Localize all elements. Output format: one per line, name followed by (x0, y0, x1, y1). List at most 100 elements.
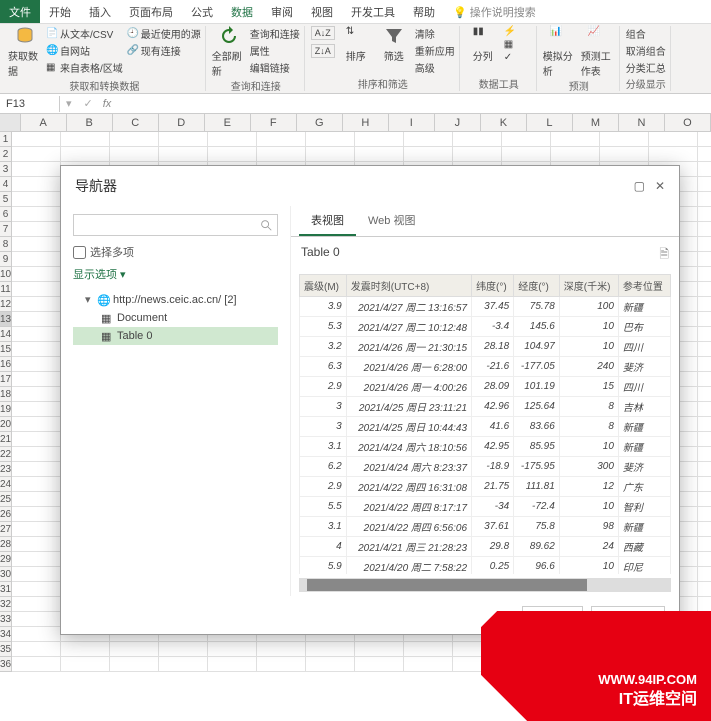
sort-asc[interactable]: A↓Z (311, 26, 335, 40)
tab-data[interactable]: 数据 (222, 0, 262, 23)
cell[interactable] (698, 522, 711, 537)
col-header[interactable]: A (21, 114, 67, 132)
cell[interactable] (698, 477, 711, 492)
col-header[interactable]: F (251, 114, 297, 132)
col-header-cell[interactable]: 发震时刻(UTC+8) (346, 275, 471, 297)
filter-button[interactable]: 筛选 (377, 26, 411, 63)
col-header[interactable]: M (573, 114, 619, 132)
table-row[interactable]: 5.52021/4/22 周四 8:17:17-34-72.410智利 (300, 497, 671, 517)
table-view-tab[interactable]: 表视图 (299, 206, 356, 236)
cell[interactable] (12, 327, 61, 342)
cell[interactable] (306, 132, 355, 147)
row-header[interactable]: 18 (0, 387, 12, 402)
col-header-cell[interactable]: 经度(°) (514, 275, 560, 297)
cell[interactable] (12, 342, 61, 357)
web-view-tab[interactable]: Web 视图 (356, 206, 427, 236)
cell[interactable] (257, 147, 306, 162)
cell[interactable] (257, 642, 306, 657)
cell[interactable] (698, 132, 711, 147)
cell[interactable] (12, 642, 61, 657)
cell[interactable] (12, 177, 61, 192)
cell[interactable] (698, 312, 711, 327)
ungroup-btn[interactable]: 取消组合 (626, 43, 666, 58)
col-header-cell[interactable]: 深度(千米) (559, 275, 618, 297)
dialog-maximize[interactable]: ▢ (634, 179, 645, 193)
row-header[interactable]: 22 (0, 447, 12, 462)
cell[interactable] (208, 132, 257, 147)
row-header[interactable]: 16 (0, 357, 12, 372)
cell[interactable] (502, 147, 551, 162)
remove-dup[interactable]: ▦ (504, 39, 532, 50)
cell[interactable] (649, 132, 698, 147)
search-input[interactable] (73, 214, 278, 236)
col-header-cell[interactable]: 纬度(°) (472, 275, 514, 297)
cell[interactable] (12, 357, 61, 372)
tab-dev[interactable]: 开发工具 (342, 0, 404, 23)
text-to-cols[interactable]: ▮▮分列 (466, 26, 500, 63)
cell[interactable] (208, 657, 257, 672)
row-header[interactable]: 35 (0, 642, 12, 657)
whatif-button[interactable]: 📊模拟分析 (543, 26, 577, 78)
cell[interactable] (698, 237, 711, 252)
cell[interactable] (355, 147, 404, 162)
cell[interactable] (159, 657, 208, 672)
cell[interactable] (698, 282, 711, 297)
cell[interactable] (698, 252, 711, 267)
fx-icon[interactable]: fx (99, 98, 116, 110)
cell[interactable] (502, 132, 551, 147)
col-header[interactable]: H (343, 114, 389, 132)
row-header[interactable]: 31 (0, 582, 12, 597)
cell[interactable] (698, 597, 711, 612)
row-header[interactable]: 2 (0, 147, 12, 162)
cell[interactable] (12, 252, 61, 267)
row-header[interactable]: 14 (0, 327, 12, 342)
row-header[interactable]: 24 (0, 477, 12, 492)
cell[interactable] (12, 222, 61, 237)
cell[interactable] (208, 642, 257, 657)
cell[interactable] (110, 147, 159, 162)
row-header[interactable]: 3 (0, 162, 12, 177)
cell[interactable] (61, 147, 110, 162)
clear-filter[interactable]: 清除 (415, 26, 455, 41)
col-header[interactable]: G (297, 114, 343, 132)
display-options[interactable]: 显示选项 ▾ (73, 266, 278, 282)
cell[interactable] (12, 147, 61, 162)
col-header[interactable]: L (527, 114, 573, 132)
row-header[interactable]: 6 (0, 207, 12, 222)
col-header[interactable]: C (113, 114, 159, 132)
cell[interactable] (551, 147, 600, 162)
row-header[interactable]: 32 (0, 597, 12, 612)
multi-select-checkbox[interactable]: 选择多项 (73, 244, 278, 260)
table-row[interactable]: 6.32021/4/26 周一 6:28:00-21.6-177.05240斐济 (300, 357, 671, 377)
cell[interactable] (12, 657, 61, 672)
from-web[interactable]: 🌐自网站 (46, 43, 123, 58)
cell[interactable] (159, 147, 208, 162)
cell[interactable] (12, 537, 61, 552)
cell[interactable] (12, 387, 61, 402)
from-table[interactable]: ▦来自表格/区域 (46, 60, 123, 75)
preview-options-icon[interactable]: 🗎 (659, 245, 669, 266)
table-row[interactable]: 2.92021/4/22 周四 16:31:0821.75111.8112广东 (300, 477, 671, 497)
cell[interactable] (600, 132, 649, 147)
cell[interactable] (698, 387, 711, 402)
cell[interactable] (12, 612, 61, 627)
table-row[interactable]: 2.92021/4/26 周一 4:00:2628.09101.1915四川 (300, 377, 671, 397)
forecast-sheet[interactable]: 📈预测工作表 (581, 26, 615, 78)
dialog-close[interactable]: ✕ (655, 179, 665, 193)
row-header[interactable]: 34 (0, 627, 12, 642)
cell[interactable] (698, 207, 711, 222)
tell-me[interactable]: 💡 操作说明搜索 (444, 0, 545, 23)
cell[interactable] (12, 402, 61, 417)
cell[interactable] (12, 567, 61, 582)
col-header[interactable]: E (205, 114, 251, 132)
tab-insert[interactable]: 插入 (80, 0, 120, 23)
cell[interactable] (698, 432, 711, 447)
cell[interactable] (61, 132, 110, 147)
row-header[interactable]: 26 (0, 507, 12, 522)
col-header-cell[interactable]: 震级(M) (300, 275, 347, 297)
data-valid[interactable]: ✓ (504, 52, 532, 63)
table-row[interactable]: 5.32021/4/27 周二 10:12:48-3.4145.610巴布 (300, 317, 671, 337)
cell[interactable] (698, 537, 711, 552)
cell[interactable] (12, 627, 61, 642)
row-header[interactable]: 25 (0, 492, 12, 507)
